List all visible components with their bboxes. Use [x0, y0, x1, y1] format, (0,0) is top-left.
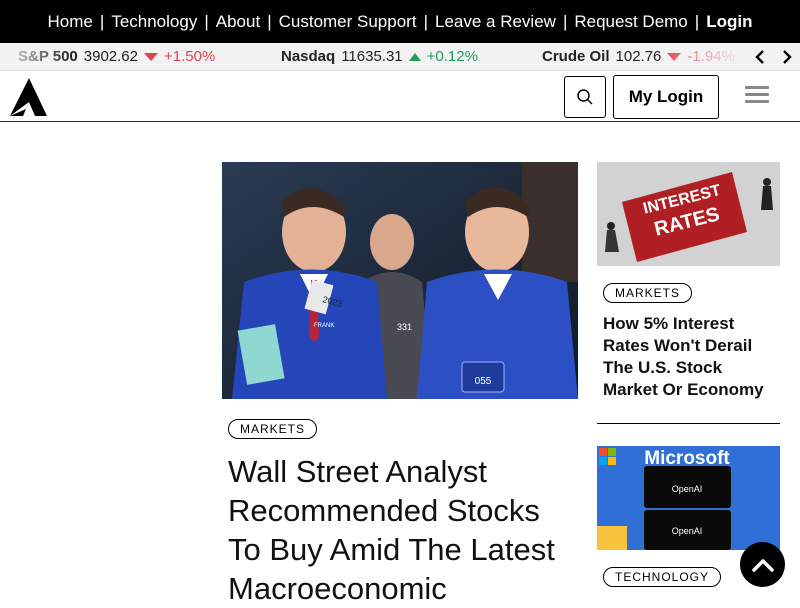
nav-customer-support[interactable]: Customer Support [272, 12, 424, 32]
search-icon [577, 89, 593, 105]
category-badge[interactable]: MARKETS [228, 419, 318, 439]
side-article-image[interactable]: INTEREST RATES [597, 162, 780, 266]
nav-home[interactable]: Home [41, 12, 100, 32]
category-badge[interactable]: TECHNOLOGY [603, 567, 722, 587]
caret-up-icon [408, 52, 421, 61]
divider [597, 423, 780, 424]
ticker-change: +0.12% [426, 48, 478, 65]
back-to-top-button[interactable] [740, 542, 785, 587]
nav-leave-review[interactable]: Leave a Review [428, 12, 563, 32]
caret-down-icon [667, 52, 682, 61]
chevron-left-icon [755, 50, 764, 64]
ticker-prev-button[interactable] [750, 47, 770, 67]
nav-technology[interactable]: Technology [104, 12, 204, 32]
image-text: Microsoft [644, 448, 730, 469]
side-article-title[interactable]: How 5% Interest Rates Won't Derail The U… [603, 313, 778, 401]
ticker-item-sp500[interactable]: S&P 500 3902.62 +1.50% [18, 48, 215, 65]
ticker-change: +1.50% [164, 48, 216, 65]
market-ticker: S&P 500 3902.62 +1.50% Nasdaq 11635.31 +… [0, 43, 800, 71]
nav-request-demo[interactable]: Request Demo [567, 12, 694, 32]
chevron-up-icon [751, 558, 774, 572]
my-login-button[interactable]: My Login [613, 75, 719, 119]
main-article-image[interactable]: 055 2023 331 FRANK [222, 162, 578, 399]
main-article-title[interactable]: Wall Street Analyst Recommended Stocks T… [228, 452, 578, 608]
caret-down-icon [144, 52, 158, 61]
chevron-right-icon [783, 50, 792, 64]
nav-about[interactable]: About [209, 12, 267, 32]
nav-login[interactable]: Login [699, 12, 759, 32]
search-button[interactable] [564, 76, 606, 118]
hamburger-menu-icon[interactable] [745, 86, 769, 108]
trader-name-tag: FRANK [314, 323, 334, 329]
side-article-image[interactable]: Microsoft OpenAI OpenAI [597, 446, 780, 550]
image-text: OpenAI [672, 526, 703, 536]
site-header: My Login [0, 71, 800, 122]
logo-icon[interactable] [9, 78, 49, 116]
ticker-change: -1.94% [687, 48, 735, 65]
trader-badge-text: 055 [475, 376, 492, 387]
ticker-item-crude-oil[interactable]: Crude Oil 102.76 -1.94% [542, 48, 735, 65]
ticker-next-button[interactable] [777, 47, 797, 67]
ticker-name: Crude Oil [542, 48, 610, 65]
ticker-item-nasdaq[interactable]: Nasdaq 11635.31 +0.12% [281, 48, 478, 65]
top-nav: Home | Technology | About | Customer Sup… [0, 0, 800, 43]
ticker-value: 11635.31 [341, 48, 403, 65]
ticker-name: S&P 500 [18, 48, 78, 65]
ticker-value: 3902.62 [83, 48, 138, 65]
trader-badge-text: 331 [397, 322, 412, 332]
category-badge[interactable]: MARKETS [603, 283, 693, 303]
image-text: OpenAI [672, 484, 703, 494]
ticker-name: Nasdaq [281, 48, 336, 65]
ticker-value: 102.76 [615, 48, 662, 65]
